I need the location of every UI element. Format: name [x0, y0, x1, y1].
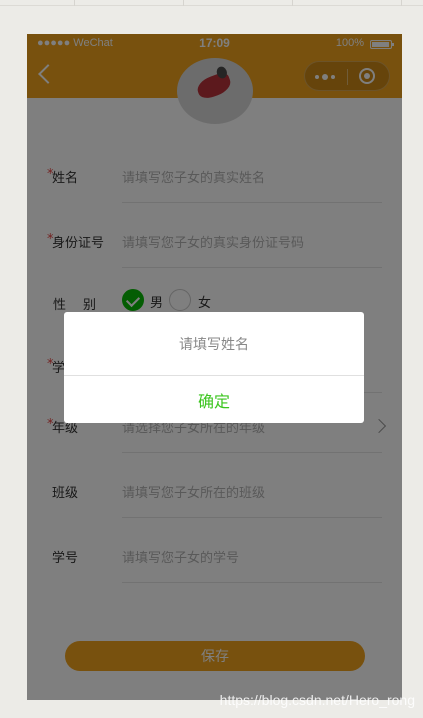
- top-gridlines: [0, 0, 423, 6]
- phone-screen: ●●●●● WeChat 17:09 100% 子女资料 * 姓名 请填写您子女…: [27, 34, 402, 700]
- confirm-button[interactable]: 确定: [64, 376, 364, 423]
- alert-dialog: 请填写姓名 确定: [64, 312, 364, 423]
- watermark: https://blog.csdn.net/Hero_rong: [219, 692, 415, 708]
- alert-message: 请填写姓名: [179, 337, 249, 353]
